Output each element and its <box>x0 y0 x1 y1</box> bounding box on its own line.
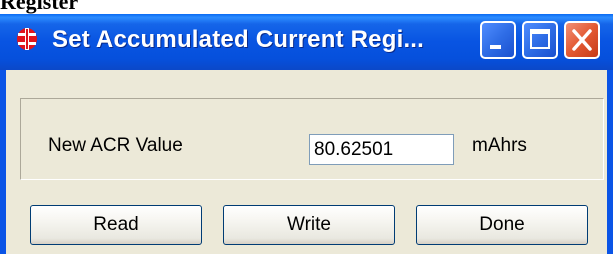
unit-label: mAhrs <box>472 135 527 156</box>
title-bar[interactable]: Set Accumulated Current Regi... <box>0 14 613 70</box>
app-icon <box>17 28 37 50</box>
dialog-client-area: New ACR Value mAhrs Read Write Done <box>6 70 607 254</box>
write-button[interactable]: Write <box>223 205 395 245</box>
dialog-window: Set Accumulated Current Regi... New ACR … <box>0 14 613 254</box>
done-button[interactable]: Done <box>416 205 588 245</box>
page-heading: Register <box>0 0 79 14</box>
window-title: Set Accumulated Current Regi... <box>52 26 425 53</box>
minimize-button[interactable] <box>480 21 516 59</box>
close-icon <box>572 29 592 51</box>
maximize-button[interactable] <box>522 21 558 59</box>
read-button[interactable]: Read <box>30 205 202 245</box>
acr-value-label: New ACR Value <box>48 135 183 156</box>
acr-value-input[interactable] <box>309 134 454 165</box>
minimize-icon <box>490 45 501 49</box>
close-button[interactable] <box>564 21 600 59</box>
maximize-icon <box>530 29 550 49</box>
